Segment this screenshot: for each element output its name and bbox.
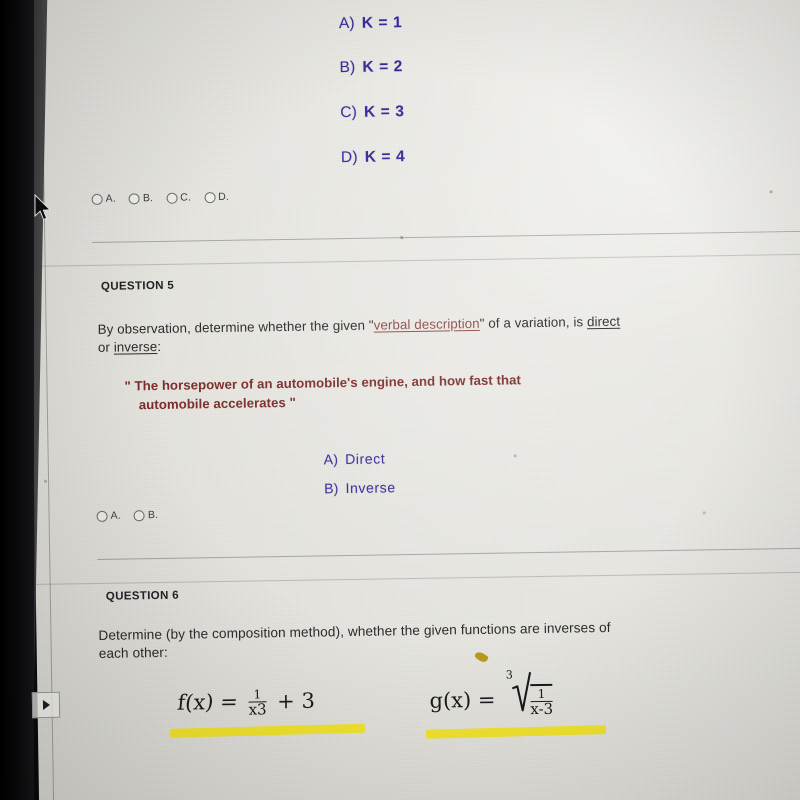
q5-choice-b-label: B) xyxy=(324,480,339,497)
radio-circle-icon[interactable] xyxy=(204,191,216,203)
q4-choice-d[interactable]: D) K = 4 xyxy=(341,148,406,167)
q4-choice-a-value: K = 1 xyxy=(361,14,403,32)
q5-choice-a-value: Direct xyxy=(345,450,386,468)
handwritten-g-of-x: g(x) = 3 1 x-3 xyxy=(429,668,554,719)
section-divider xyxy=(92,230,800,243)
dust-speck xyxy=(400,236,403,239)
radio-circle-icon[interactable] xyxy=(96,510,108,522)
q4-radio-c[interactable]: C. xyxy=(166,191,192,204)
quiz-content: A) K = 1 B) K = 2 C) K = 3 D) K = 4 A. B. xyxy=(24,0,800,800)
q4-radio-b-label: B. xyxy=(142,192,154,205)
q5-prompt-direct: direct xyxy=(586,313,621,330)
q5-choice-a[interactable]: A) Direct xyxy=(324,450,386,467)
q4-choice-a[interactable]: A) K = 1 xyxy=(339,14,403,33)
f-numerator: 1 xyxy=(253,687,262,702)
quiz-page-surface: A) K = 1 B) K = 2 C) K = 3 D) K = 4 A. B. xyxy=(24,0,800,800)
q5-radio-b[interactable]: B. xyxy=(133,508,159,522)
question-6-prompt: Determine (by the composition method), w… xyxy=(98,616,788,664)
q5-prompt-part1: By observation, determine whether the gi… xyxy=(97,317,374,337)
question-5-heading: QUESTION 5 xyxy=(100,279,175,293)
g-name: g(x) = xyxy=(429,687,496,713)
g-fraction: 1 x-3 xyxy=(529,683,554,718)
q5-radio-b-label: B. xyxy=(147,508,159,522)
highlighter-mark-g xyxy=(425,725,607,739)
g-numerator: 1 xyxy=(537,686,546,702)
highlighter-mark-f xyxy=(169,723,366,738)
radical-sign-icon xyxy=(511,671,531,712)
radio-circle-icon[interactable] xyxy=(133,509,145,521)
g-frac-inner: 1 x-3 xyxy=(530,686,554,718)
section-divider xyxy=(97,546,800,560)
dust-speck xyxy=(44,479,48,483)
q4-choice-b[interactable]: B) K = 2 xyxy=(339,58,403,77)
triangle-right-icon xyxy=(42,699,50,711)
q5-prompt-inverse: inverse xyxy=(113,338,158,355)
radio-circle-icon[interactable] xyxy=(128,192,141,204)
q5-prompt-part4: : xyxy=(157,338,162,354)
q5-prompt-part2: " of a variation, is xyxy=(479,314,588,331)
q5-statement-line1: " The horsepower of an automobile's engi… xyxy=(124,372,522,394)
question-6-heading: QUESTION 6 xyxy=(105,589,180,603)
q5-prompt-part3: or xyxy=(97,339,114,355)
q5-choice-b-value: Inverse xyxy=(345,479,396,497)
q4-choice-c-label: C) xyxy=(340,103,358,122)
g-radical: 3 1 x-3 xyxy=(506,668,554,718)
dust-speck xyxy=(702,511,706,515)
q5-radio-group[interactable]: A. B. xyxy=(96,509,158,522)
q4-radio-d[interactable]: D. xyxy=(204,191,229,203)
q5-choice-b[interactable]: B) Inverse xyxy=(324,479,396,496)
q4-choice-b-label: B) xyxy=(339,58,356,77)
q6-prompt-line2: each other: xyxy=(98,645,168,662)
dust-speck xyxy=(513,454,517,458)
f-name: f(x) = xyxy=(176,689,240,715)
q4-radio-a[interactable]: A. xyxy=(91,192,117,205)
f-denominator: x3 xyxy=(248,699,267,719)
screen-bezel xyxy=(0,0,34,800)
q4-radio-c-label: C. xyxy=(180,191,192,204)
scroll-right-button[interactable] xyxy=(31,691,61,719)
q4-choice-a-label: A) xyxy=(338,14,355,33)
question-5-prompt: By observation, determine whether the gi… xyxy=(98,309,800,356)
section-divider xyxy=(24,253,800,268)
f-tail: + 3 xyxy=(277,688,316,714)
photo-of-screen: A) K = 1 B) K = 2 C) K = 3 D) K = 4 A. B. xyxy=(0,0,800,800)
f-fraction: 1 x3 xyxy=(248,687,267,719)
q4-radio-b[interactable]: B. xyxy=(128,192,154,205)
q4-choice-b-value: K = 2 xyxy=(362,58,404,76)
q5-statement-line2: automobile accelerates " xyxy=(138,394,296,413)
question-5-statement: " The horsepower of an automobile's engi… xyxy=(124,367,745,415)
section-divider xyxy=(29,570,800,586)
q4-choice-d-value: K = 4 xyxy=(364,148,406,166)
q5-prompt-link: verbal description xyxy=(373,315,480,333)
q6-prompt-line1: Determine (by the composition method), w… xyxy=(98,619,611,643)
q4-choice-d-label: D) xyxy=(340,148,358,167)
q4-radio-a-label: A. xyxy=(105,192,117,205)
q5-choice-a-label: A) xyxy=(323,451,339,468)
q4-radio-d-label: D. xyxy=(218,190,230,204)
q5-radio-a[interactable]: A. xyxy=(96,510,121,522)
q4-choice-c-value: K = 3 xyxy=(363,103,405,121)
q4-radio-group[interactable]: A. B. C. D. xyxy=(91,191,229,205)
mouse-pointer-icon xyxy=(33,193,53,229)
radio-circle-icon[interactable] xyxy=(166,192,178,204)
q4-choice-c[interactable]: C) K = 3 xyxy=(340,103,405,122)
g-denominator: x-3 xyxy=(530,699,554,718)
radio-circle-icon[interactable] xyxy=(91,193,103,205)
dust-speck xyxy=(769,190,773,194)
handwritten-f-of-x: f(x) = 1 x3 + 3 xyxy=(176,687,316,719)
q5-radio-a-label: A. xyxy=(110,509,122,522)
